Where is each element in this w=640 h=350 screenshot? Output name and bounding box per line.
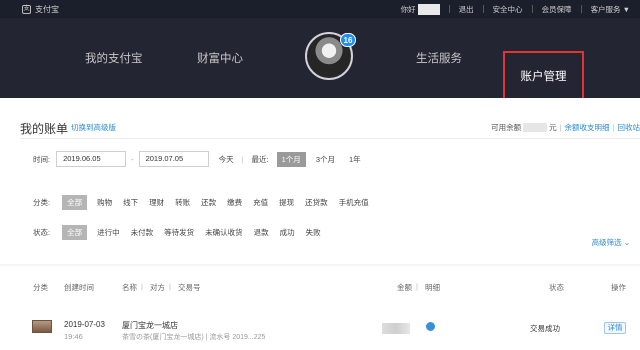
tx-date: 2019-07-03 xyxy=(64,320,105,329)
divider: | xyxy=(241,154,244,164)
page-title: 我的账单 xyxy=(20,122,69,136)
bill-filter-panel: 我的账单 切换到高级版 可用余额 元 | 余额收支明细 | 回收站 时间: 20… xyxy=(0,98,640,264)
header-divider xyxy=(20,138,640,139)
quick-today[interactable]: 今天 xyxy=(219,154,234,165)
top-links: 你好 退出 安全中心 会员保障 客户服务 ▼ xyxy=(401,0,640,18)
quick-three-months[interactable]: 3个月 xyxy=(316,154,335,165)
header-category: 分类 xyxy=(33,283,48,292)
category-mobile-topup[interactable]: 手机充值 xyxy=(339,197,369,208)
advanced-filter-link[interactable]: 高级筛选 ⌄ xyxy=(592,237,630,248)
header-counterparty: 对方 xyxy=(150,283,165,292)
category-finance[interactable]: 理财 xyxy=(149,197,164,208)
status-in-progress[interactable]: 进行中 xyxy=(97,227,120,238)
header-detail: 明细 xyxy=(425,283,440,292)
divider: | xyxy=(559,123,562,132)
chevron-down-icon: ▼ xyxy=(622,4,630,14)
category-offline[interactable]: 线下 xyxy=(123,197,138,208)
category-shopping[interactable]: 购物 xyxy=(97,197,112,208)
merchant-thumbnail xyxy=(32,320,52,333)
balance-detail-link[interactable]: 余额收支明细 xyxy=(565,122,610,133)
category-withdraw[interactable]: 提现 xyxy=(279,197,294,208)
header-status: 状态 xyxy=(549,283,564,292)
header-action: 操作 xyxy=(611,283,626,292)
header-amount: 金额 xyxy=(397,283,412,292)
category-transfer[interactable]: 转账 xyxy=(175,197,190,208)
switch-advanced-link[interactable]: 切换到高级版 xyxy=(71,122,116,133)
end-date-input[interactable]: 2019.07.05 xyxy=(138,151,209,167)
alipay-logo[interactable]: 支 支付宝 xyxy=(22,4,59,15)
start-date-input[interactable]: 2019.06.05 xyxy=(56,151,127,167)
time-filter-row: 时间: 2019.06.05 - 2019.07.05 今天 | 最近: 1个月… xyxy=(33,151,361,167)
recent-label: 最近: xyxy=(251,154,269,164)
divider xyxy=(448,5,450,13)
nav-my-alipay[interactable]: 我的支付宝 xyxy=(85,50,143,66)
time-label: 时间: xyxy=(33,154,51,164)
customer-service-label: 客户服务 xyxy=(590,4,621,14)
main-nav: 我的支付宝 财富中心 16 生活服务 账户管理 xyxy=(0,18,640,103)
category-loan-repayment[interactable]: 还贷款 xyxy=(305,197,328,208)
category-repayment[interactable]: 还款 xyxy=(201,197,216,208)
notification-badge[interactable]: 16 xyxy=(340,33,356,47)
status-label: 状态: xyxy=(33,228,51,237)
customer-service-link[interactable]: 客户服务 ▼ xyxy=(591,4,630,15)
balance-value-blurred xyxy=(523,123,548,132)
divider: | xyxy=(169,282,171,291)
tx-status: 交易成功 xyxy=(530,324,560,333)
header-created-time: 创建时间 xyxy=(64,283,94,292)
member-protection-link[interactable]: 会员保障 xyxy=(542,4,572,15)
status-refund[interactable]: 退款 xyxy=(254,227,269,238)
balance-unit: 元 xyxy=(549,123,557,132)
status-all[interactable]: 全部 xyxy=(62,225,88,240)
category-label: 分类: xyxy=(33,198,51,207)
divider xyxy=(482,5,484,13)
chevron-down-icon: ⌄ xyxy=(623,238,630,247)
advanced-filter-label: 高级筛选 xyxy=(591,238,622,247)
category-bills[interactable]: 缴费 xyxy=(227,197,242,208)
divider: | xyxy=(612,123,615,132)
username-blurred xyxy=(417,3,440,15)
status-unconfirmed-receipt[interactable]: 未确认收货 xyxy=(205,227,243,238)
tx-time: 19:46 xyxy=(64,332,83,341)
transaction-list: 分类 创建时间 名称 | 对方 | 交易号 金额 | 明细 状态 操作 2019… xyxy=(0,266,640,350)
date-separator: - xyxy=(131,154,134,164)
balance-label: 可用余额 xyxy=(491,123,522,132)
logout-link[interactable]: 退出 xyxy=(459,4,474,15)
divider xyxy=(580,5,582,13)
recycle-bin-link[interactable]: 回收站 xyxy=(618,122,640,133)
detail-button[interactable]: 详情 xyxy=(604,322,626,334)
header-name: 名称 xyxy=(122,283,137,292)
status-failed[interactable]: 失败 xyxy=(306,227,321,238)
divider: | xyxy=(416,282,418,291)
quick-one-year[interactable]: 1年 xyxy=(349,154,361,165)
tx-subtitle: 茶雪の茶(厦门宝龙一城店) | 流水号 2019...225 xyxy=(122,334,266,341)
status-unpaid[interactable]: 未付款 xyxy=(131,227,154,238)
quick-one-month[interactable]: 1个月 xyxy=(276,151,306,167)
tx-name[interactable]: 厦门宝龙一城店 xyxy=(122,320,178,331)
category-all[interactable]: 全部 xyxy=(62,195,88,210)
content-area: 我的账单 切换到高级版 可用余额 元 | 余额收支明细 | 回收站 时间: 20… xyxy=(0,98,640,350)
nav-account-management[interactable]: 账户管理 xyxy=(503,51,584,103)
status-success[interactable]: 成功 xyxy=(280,227,295,238)
divider: | xyxy=(141,282,143,291)
nav-life-services[interactable]: 生活服务 xyxy=(416,50,462,66)
detail-icon[interactable] xyxy=(426,322,435,331)
security-center-link[interactable]: 安全中心 xyxy=(493,4,523,15)
alipay-logo-icon: 支 xyxy=(22,4,31,14)
header-transaction-no: 交易号 xyxy=(178,283,201,292)
status-awaiting-shipment[interactable]: 等待发货 xyxy=(164,227,194,238)
nav-wealth-center[interactable]: 财富中心 xyxy=(197,50,243,66)
balance-area: 可用余额 元 | 余额收支明细 | 回收站 xyxy=(491,122,640,133)
status-filter-row: 状态: 全部 进行中 未付款 等待发货 未确认收货 退款 成功 失败 xyxy=(33,225,332,240)
tx-amount-blurred xyxy=(382,323,410,334)
greeting: 你好 xyxy=(400,4,416,14)
divider xyxy=(531,5,533,13)
category-topup[interactable]: 充值 xyxy=(253,197,268,208)
category-filter-row: 分类: 全部 购物 线下 理财 转账 还款 缴费 充值 提现 还贷款 手机充值 xyxy=(33,195,380,210)
top-utility-bar: 支 支付宝 你好 退出 安全中心 会员保障 客户服务 ▼ xyxy=(0,0,640,18)
logo-text: 支付宝 xyxy=(35,4,59,14)
